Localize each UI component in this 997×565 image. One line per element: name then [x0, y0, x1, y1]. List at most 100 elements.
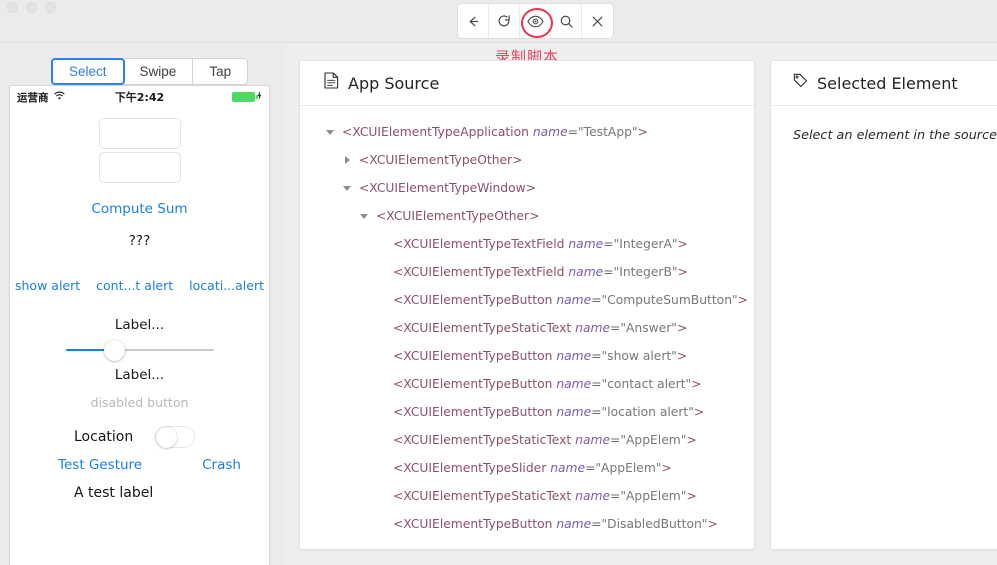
- crash-button[interactable]: Crash: [202, 457, 241, 473]
- tree-row[interactable]: <XCUIElementTypeStaticText name="AppElem…: [300, 482, 754, 510]
- tree-row[interactable]: <XCUIElementTypeOther>: [300, 146, 754, 174]
- tree-row[interactable]: <XCUIElementTypeWindow>: [300, 174, 754, 202]
- app-slider[interactable]: [65, 338, 214, 362]
- tab-tap[interactable]: Tap: [193, 58, 249, 85]
- tree-row[interactable]: <XCUIElementTypeButton name="DisabledBut…: [300, 510, 754, 538]
- test-gesture-button[interactable]: Test Gesture: [58, 457, 142, 473]
- search-icon: [559, 14, 574, 29]
- disabled-button: disabled button: [90, 395, 189, 410]
- location-alert-button[interactable]: locati...alert: [189, 278, 264, 293]
- simulator-screenshot[interactable]: 运营商 下午2:42 Compute Sum ??? show alert co…: [9, 85, 270, 565]
- tree-node-label: <XCUIElementTypeWindow>: [359, 181, 536, 195]
- tree-row[interactable]: <XCUIElementTypeButton name="location al…: [300, 398, 754, 426]
- contact-alert-button[interactable]: cont...t alert: [96, 278, 173, 293]
- tree-node-label: <XCUIElementTypeTextField name="IntegerA…: [393, 237, 688, 251]
- chevron-right-icon[interactable]: [339, 146, 355, 174]
- clock-label: 下午2:42: [114, 91, 165, 104]
- alert-buttons-row: show alert cont...t alert locati...alert: [10, 278, 269, 293]
- back-button[interactable]: [458, 4, 489, 38]
- chevron-down-icon[interactable]: [322, 118, 338, 146]
- compute-sum-row: Compute Sum: [10, 200, 269, 218]
- slider-bottom-label: Label...: [114, 367, 165, 383]
- chevron-down-icon[interactable]: [356, 202, 372, 230]
- selected-element-empty-message: Select an element in the source to b: [793, 128, 997, 143]
- tree-row[interactable]: <XCUIElementTypeButton name="show alert"…: [300, 342, 754, 370]
- tree-node-label: <XCUIElementTypeStaticText name="AppElem…: [393, 489, 697, 503]
- tree-node-label: <XCUIElementTypeStaticText name="AppElem…: [393, 433, 697, 447]
- tree-row[interactable]: <XCUIElementTypeButton name="contact ale…: [300, 370, 754, 398]
- app-source-header: App Source: [300, 61, 754, 106]
- tree-node-label: <XCUIElementTypeButton name="DisabledBut…: [393, 517, 718, 531]
- slider-knob[interactable]: [103, 340, 125, 361]
- location-row: Location: [10, 426, 269, 448]
- tree-node-label: <XCUIElementTypeButton name="show alert"…: [393, 349, 688, 363]
- location-switch[interactable]: [155, 426, 196, 448]
- minimize-window-button[interactable]: [26, 2, 37, 13]
- title-bar: [0, 0, 997, 43]
- inspector-window: 录制脚本 Select Swipe Tap 运营商 下午2:42 Compute…: [0, 0, 997, 565]
- tree-row[interactable]: <XCUIElementTypeApplication name="TestAp…: [300, 118, 754, 146]
- compute-sum-button[interactable]: Compute Sum: [91, 201, 187, 217]
- tree-node-label: <XCUIElementTypeSlider name="AppElem">: [393, 461, 672, 475]
- location-label: Location: [74, 429, 134, 445]
- answer-row: ???: [10, 232, 269, 249]
- show-alert-button[interactable]: show alert: [15, 278, 80, 293]
- tree-node-label: <XCUIElementTypeOther>: [376, 209, 540, 223]
- zoom-window-button[interactable]: [45, 2, 56, 13]
- quit-session-button[interactable]: [582, 4, 613, 38]
- refresh-button[interactable]: [489, 4, 520, 38]
- location-switch-thumb: [156, 427, 178, 448]
- ios-status-bar: 运营商 下午2:42: [10, 86, 269, 108]
- tree-row[interactable]: <XCUIElementTypeStaticText name="Answer"…: [300, 314, 754, 342]
- tree-row[interactable]: <XCUIElementTypeSlider name="AppElem">: [300, 454, 754, 482]
- tab-swipe[interactable]: Swipe: [123, 58, 194, 85]
- tree-node-label: <XCUIElementTypeButton name="contact ale…: [393, 377, 702, 391]
- tree-node-label: <XCUIElementTypeStaticText name="Answer"…: [393, 321, 688, 335]
- status-bar-right: [232, 91, 262, 103]
- close-window-button[interactable]: [7, 2, 18, 13]
- app-source-title: App Source: [348, 73, 440, 93]
- tab-select[interactable]: Select: [51, 58, 125, 85]
- eye-icon: [526, 14, 544, 29]
- a-test-label: A test label: [74, 485, 154, 501]
- integer-a-field[interactable]: [98, 118, 181, 149]
- document-icon: [324, 72, 339, 94]
- tree-node-label: <XCUIElementTypeApplication name="TestAp…: [342, 125, 648, 139]
- battery-icon: [232, 92, 258, 102]
- tree-row[interactable]: <XCUIElementTypeButton name="ComputeSumB…: [300, 286, 754, 314]
- integer-b-field[interactable]: [98, 152, 181, 183]
- selected-element-title: Selected Element: [817, 73, 958, 93]
- tree-node-label: <XCUIElementTypeOther>: [359, 153, 523, 167]
- record-script-button[interactable]: [520, 4, 553, 38]
- tree-node-label: <XCUIElementTypeButton name="ComputeSumB…: [393, 293, 748, 307]
- interaction-mode-tabs: Select Swipe Tap: [51, 58, 249, 85]
- search-element-button[interactable]: [551, 4, 582, 38]
- tree-node-label: <XCUIElementTypeButton name="location al…: [393, 405, 705, 419]
- gesture-row: Test Gesture Crash: [10, 457, 269, 473]
- tree-row[interactable]: <XCUIElementTypeOther>: [300, 202, 754, 230]
- tree-row[interactable]: <XCUIElementTypeStaticText name="AppElem…: [300, 426, 754, 454]
- chevron-down-icon[interactable]: [339, 174, 355, 202]
- app-source-panel: App Source <XCUIElementTypeApplication n…: [299, 60, 755, 550]
- tree-row[interactable]: <XCUIElementTypeTextField name="IntegerA…: [300, 230, 754, 258]
- selected-element-panel: Selected Element Select an element in th…: [770, 60, 997, 550]
- tree-row[interactable]: <XCUIElementTypeTextField name="IntegerB…: [300, 258, 754, 286]
- app-screen: Compute Sum ??? show alert cont...t aler…: [10, 108, 269, 501]
- slider-top-label-row: Label...: [10, 316, 269, 333]
- source-tree: <XCUIElementTypeApplication name="TestAp…: [300, 106, 754, 546]
- tree-node-label: <XCUIElementTypeTextField name="IntegerB…: [393, 265, 688, 279]
- answer-label: ???: [128, 233, 151, 249]
- tag-icon: [793, 73, 808, 93]
- refresh-icon: [497, 14, 512, 29]
- back-icon: [466, 14, 481, 29]
